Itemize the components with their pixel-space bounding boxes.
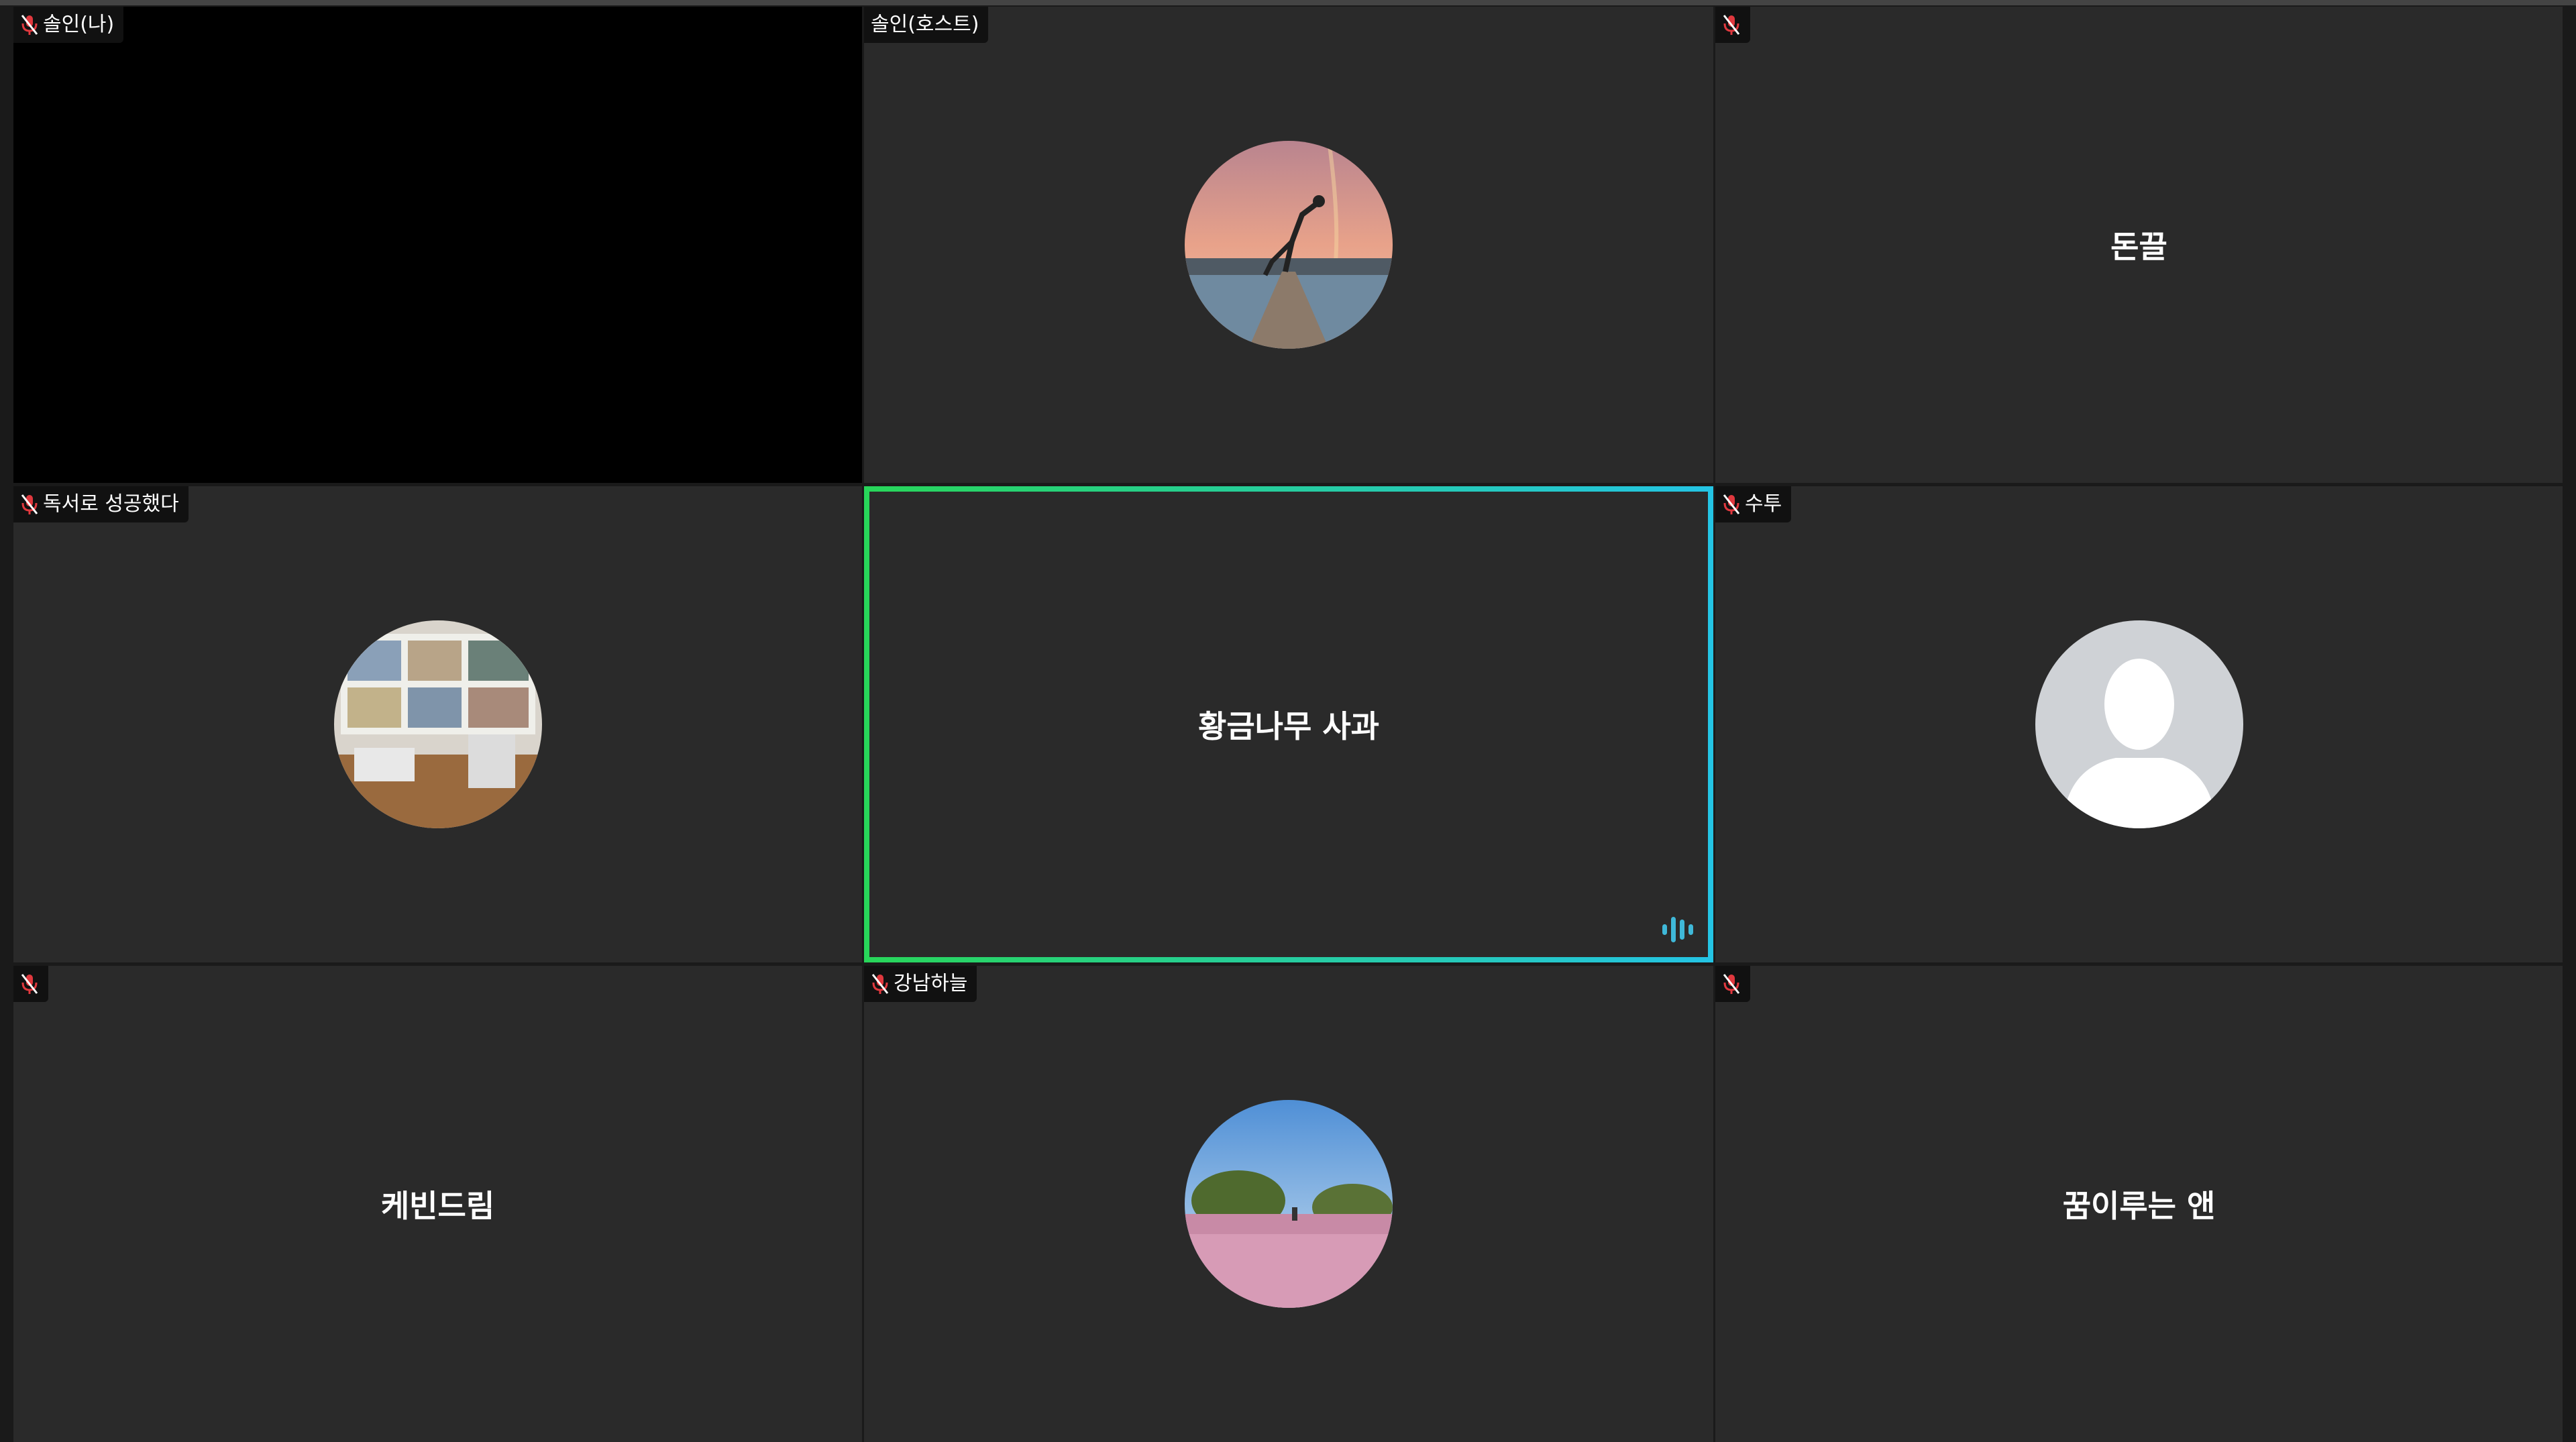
muted-mic-icon <box>1723 974 1740 994</box>
video-tile-host[interactable]: 솔인(호스트) <box>864 7 1713 483</box>
dancer-sunset-photo <box>1185 141 1393 349</box>
participant-nameplate: 독서로 성공했다 <box>13 486 189 522</box>
muted-mic-icon <box>21 15 38 35</box>
muted-mic-icon <box>1723 494 1740 514</box>
participant-name: 독서로 성공했다 <box>43 492 179 516</box>
video-tile[interactable]: 케빈드림 <box>13 966 862 1442</box>
participant-display-name: 황금나무 사과 <box>1198 708 1379 744</box>
participant-name: 솔인(호스트) <box>871 13 979 36</box>
participant-nameplate: 수투 <box>1715 486 1792 522</box>
video-tile-active-speaker[interactable]: 황금나무 사과 <box>864 486 1713 962</box>
video-tile[interactable]: 돈끌 <box>1715 7 2563 483</box>
window-top-strip <box>0 0 2576 5</box>
participant-nameplate: 강남하늘 <box>864 966 977 1002</box>
participant-display-name: 돈끌 <box>2110 229 2167 265</box>
profile-avatar <box>1185 1100 1393 1308</box>
audio-level-icon <box>1662 917 1693 942</box>
profile-avatar <box>2035 620 2243 828</box>
default-person-silhouette-icon <box>2035 620 2243 828</box>
muted-mic-icon <box>871 974 889 994</box>
muted-mic-icon <box>21 974 38 994</box>
pink-field-photo <box>1185 1100 1393 1308</box>
profile-avatar <box>1185 141 1393 349</box>
profile-avatar <box>333 620 542 828</box>
bookshelf-desk-photo <box>333 620 542 828</box>
video-tile-self[interactable]: 솔인(나) <box>13 7 862 483</box>
participant-display-name: 꿈이루는 앤 <box>2062 1188 2216 1224</box>
video-tile[interactable]: 꿈이루는 앤 <box>1715 966 2563 1442</box>
muted-mic-icon <box>1723 15 1740 35</box>
video-tile[interactable]: 독서로 성공했다 <box>13 486 862 962</box>
participant-display-name: 케빈드림 <box>380 1188 495 1224</box>
participant-nameplate <box>1715 966 1750 1002</box>
gallery-view-grid: 솔인(나) 솔인(호스트) 돈끌 독서로 성공했다 황금나무 사과 수투 케빈드… <box>13 7 2563 1442</box>
participant-nameplate: 솔인(나) <box>13 7 124 43</box>
muted-mic-icon <box>21 494 38 514</box>
participant-nameplate <box>13 966 48 1002</box>
participant-nameplate: 솔인(호스트) <box>864 7 989 43</box>
video-tile[interactable]: 수투 <box>1715 486 2563 962</box>
video-tile[interactable]: 강남하늘 <box>864 966 1713 1442</box>
participant-nameplate <box>1715 7 1750 43</box>
participant-name: 솔인(나) <box>43 13 115 36</box>
participant-name: 수투 <box>1745 492 1782 516</box>
participant-name: 강남하늘 <box>894 972 968 995</box>
